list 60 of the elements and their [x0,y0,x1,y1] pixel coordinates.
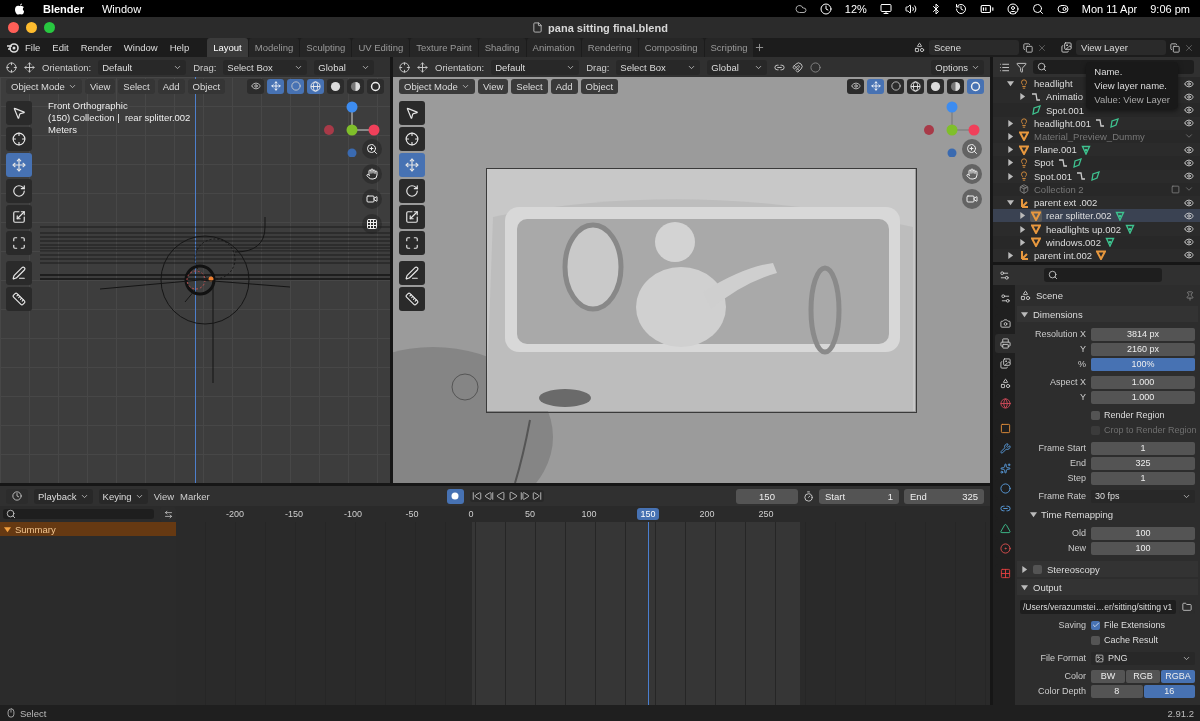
drag-label: Drag: [193,61,217,73]
property-label: % [1077,359,1086,369]
panel-title: Output [1033,581,1062,593]
frame-number: 200 [698,508,716,520]
item-name: headlight.001 [1034,117,1092,129]
property-label: File Format [1039,653,1086,663]
orientation-label: Orientation: [42,61,92,73]
property-label: Old [1071,528,1086,538]
frame-number: 250 [757,508,775,520]
item-name: headlight [1034,78,1073,90]
frame-number: -200 [225,508,245,520]
version-label: 2.91.2 [1167,707,1194,719]
viewport-info: Meters [48,124,79,135]
viewport-info: (150) Collection | rear splitter.002 [48,112,191,123]
property-label: Saving [1057,620,1086,630]
frame-number: 50 [524,508,536,520]
tooltip-line: Value: View Layer [1094,94,1170,105]
item-name: Spot [1034,157,1054,169]
property-label: Y [1079,392,1086,402]
item-name: headlights up.002 [1046,223,1121,235]
property-label: Color [1063,671,1086,681]
property-label: Step [1066,473,1086,483]
property-label: Aspect X [1048,377,1086,387]
tooltip-line: Name. [1094,66,1124,77]
context-label: Scene [1036,290,1063,301]
property-label: Color Depth [1036,686,1086,696]
item-name: windows.002 [1046,236,1101,248]
date: Mon 11 Apr [1081,2,1138,15]
item-name: rear splitter.002 [1046,210,1112,222]
item-name: Collection 2 [1034,183,1084,195]
property-label: End [1069,458,1086,468]
channel-name: Summary [15,523,56,535]
frame-number: 0 [467,508,475,520]
property-label: New [1067,543,1086,553]
frame-number: 100 [580,508,598,520]
viewport-info: Front Orthographic [48,100,129,111]
item-name: parent int.002 [1034,249,1093,261]
panel-title: Dimensions [1033,308,1083,320]
property-label: Frame Rate [1037,491,1086,501]
frame-number: -50 [404,508,420,520]
item-name: Plane.001 [1034,144,1077,156]
item-name: Material_Preview_Dummy [1034,131,1145,142]
item-name: parent ext .002 [1034,197,1098,209]
status-hint: Select [20,707,47,719]
battery-percent: 12% [844,2,867,15]
item-name: Spot.001 [1034,170,1073,182]
property-label: Frame Start [1037,443,1086,453]
frame-number: -150 [284,508,304,520]
property-label: Y [1079,344,1086,354]
window-title: pana sitting final.blend [548,21,668,34]
item-name: Spot.001 [1046,104,1085,116]
item-name: Animatio [1046,91,1083,103]
drag-label: Drag: [586,61,610,73]
frame-number: 150 [637,508,659,520]
property-label: Resolution X [1033,329,1086,339]
orientation-label: Orientation: [435,61,485,73]
tooltip-line: View layer name. [1094,80,1168,91]
panel-title: Stereoscopy [1047,563,1100,575]
frame-number: -100 [343,508,363,520]
time: 9:06 pm [1150,2,1190,15]
